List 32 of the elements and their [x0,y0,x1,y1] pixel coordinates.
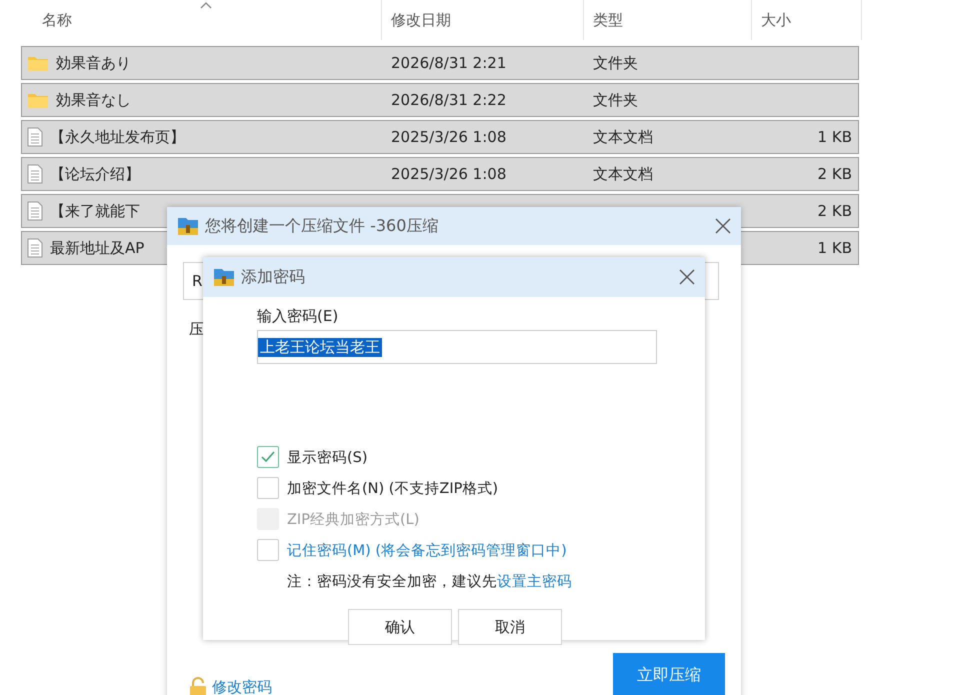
option-label: 加密文件名(N) (不支持ZIP格式) [287,480,498,498]
file-name: 効果音なし [56,90,131,110]
file-size: 2 KB [818,202,852,220]
file-name: 【来了就能下 [50,202,140,220]
password-value: 上老王论坛当老王 [258,338,382,356]
dialog-title: 您将创建一个压缩文件 -360压缩 [205,216,440,236]
modified-date: 2026/8/31 2:22 [391,91,506,109]
option-label: 显示密码(S) [287,448,368,466]
file-name: 最新地址及AP [50,238,144,258]
file-type: 文本文档 [593,164,653,182]
option-label: ZIP经典加密方式(L) [287,510,420,528]
modified-date: 2026/8/31 2:21 [391,54,506,72]
file-size: 2 KB [818,165,852,183]
column-label: 修改日期 [391,10,451,30]
modified-date: 2025/3/26 1:08 [391,128,506,146]
file-name: 【论坛介绍】 [50,164,140,184]
column-label: 大小 [761,10,791,30]
column-label: 名称 [42,10,72,30]
file-size: 1 KB [818,239,852,257]
dialog-title: 添加密码 [241,266,306,288]
column-label: 类型 [593,10,623,30]
file-type: 文件夹 [593,90,638,108]
note-text: 注：密码没有安全加密，建议先设置主密码 [286,572,573,591]
file-size: 1 KB [818,128,852,146]
modified-date: 2025/3/26 1:08 [391,165,506,183]
field-label: 压 [189,320,204,339]
file-type: 文本文档 [593,128,653,146]
password-label: 输入密码(E) [257,307,340,326]
file-name: 効果音あり [56,54,131,72]
path-value: R [192,272,202,290]
file-name: 【永久地址发布页】 [50,128,185,146]
file-type: 文件夹 [593,54,638,72]
